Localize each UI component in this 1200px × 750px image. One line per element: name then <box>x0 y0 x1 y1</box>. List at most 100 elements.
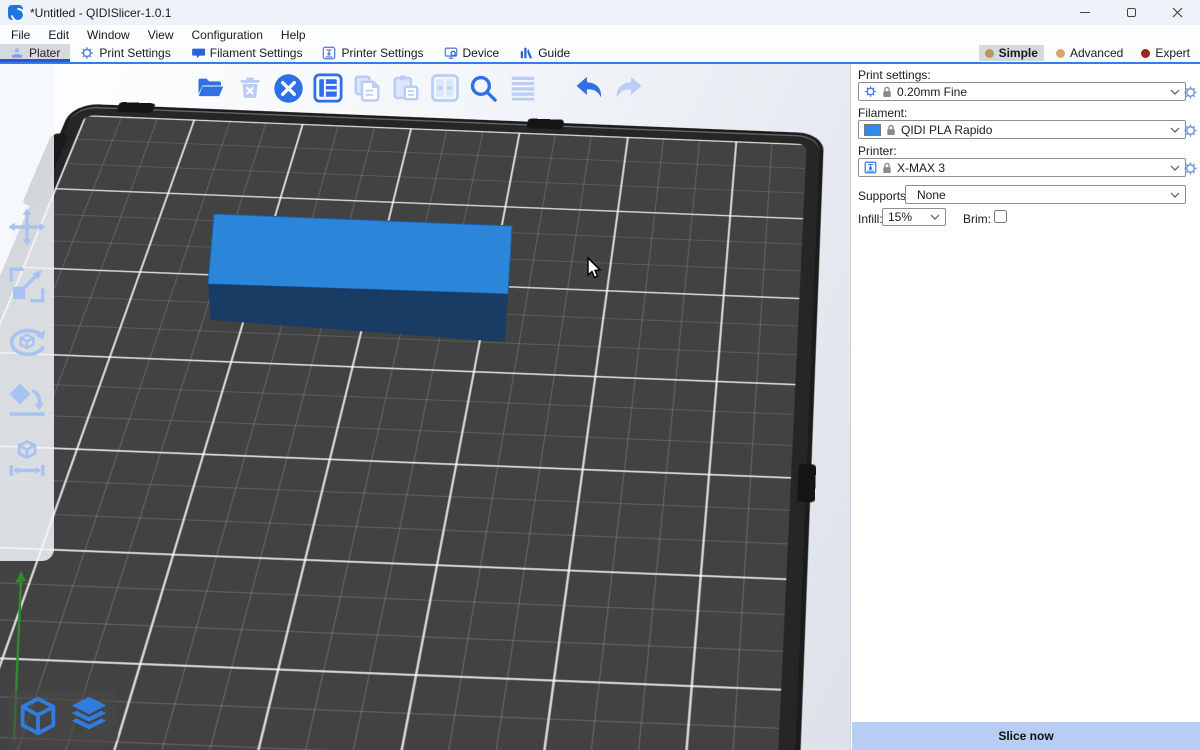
close-icon <box>1172 7 1183 18</box>
print-settings-gear-button[interactable] <box>1182 84 1198 100</box>
rotate-icon[interactable] <box>4 320 50 366</box>
chevron-down-icon <box>1170 165 1180 171</box>
chevron-down-icon <box>1170 89 1180 95</box>
simple-mode-dot-icon <box>985 49 994 58</box>
tab-printer-settings[interactable]: Printer Settings <box>312 44 433 62</box>
tab-device[interactable]: Device <box>434 44 510 62</box>
guide-icon <box>519 46 533 60</box>
3d-viewport[interactable] <box>0 64 851 750</box>
tab-label: Plater <box>29 46 60 60</box>
infill-dropdown[interactable]: 15% <box>882 208 946 226</box>
slice-now-button[interactable]: Slice now <box>852 722 1200 750</box>
undo-icon[interactable] <box>574 73 605 104</box>
tab-label: Printer Settings <box>341 46 423 60</box>
object-manipulation-toolbar <box>0 64 54 561</box>
filament-settings-icon <box>191 46 205 60</box>
redo-icon[interactable] <box>613 73 644 104</box>
supports-dropdown[interactable]: None <box>905 185 1186 204</box>
mode-label: Simple <box>999 46 1038 60</box>
filament-value: QIDI PLA Rapido <box>901 123 1165 137</box>
filament-label: Filament: <box>858 106 907 120</box>
tab-label: Device <box>463 46 500 60</box>
print-settings-icon <box>80 46 94 60</box>
infill-value: 15% <box>888 210 925 224</box>
printer-settings-icon <box>322 46 336 60</box>
preview-layers-icon[interactable] <box>66 693 112 744</box>
minimize-button[interactable] <box>1062 0 1108 25</box>
print-settings-label: Print settings: <box>858 68 931 82</box>
qidislicer-window: *Untitled - QIDISlicer-1.0.1 File Edit W… <box>0 0 1200 750</box>
menu-file[interactable]: File <box>2 28 39 42</box>
tab-label: Filament Settings <box>210 46 303 60</box>
move-icon[interactable] <box>4 204 50 250</box>
filament-dropdown[interactable]: QIDI PLA Rapido <box>858 120 1186 139</box>
window-title: *Untitled - QIDISlicer-1.0.1 <box>30 6 171 20</box>
printer-icon <box>864 161 877 174</box>
mode-expert[interactable]: Expert <box>1135 45 1196 61</box>
delete-all-icon[interactable] <box>273 73 304 104</box>
maximize-button[interactable] <box>1108 0 1154 25</box>
scale-icon[interactable] <box>4 262 50 308</box>
printer-gear-button[interactable] <box>1182 160 1198 176</box>
printer-dropdown[interactable]: X-MAX 3 <box>858 158 1186 177</box>
variable-layer-height-icon[interactable] <box>507 73 538 104</box>
device-icon <box>444 46 458 60</box>
menu-view[interactable]: View <box>139 28 183 42</box>
copy-icon[interactable] <box>351 73 382 104</box>
supports-label: Supports: <box>858 189 909 203</box>
filament-color-swatch <box>864 124 881 136</box>
settings-sidebar: Print settings: 0.20mm Fine Filament: QI… <box>852 64 1200 750</box>
arrange-icon[interactable] <box>312 73 343 104</box>
y-axis-arrow <box>15 571 26 583</box>
mode-selector: Simple Advanced Expert <box>979 44 1196 62</box>
tabbar: Plater Print Settings Filament Settings … <box>0 44 1200 64</box>
tab-label: Guide <box>538 46 570 60</box>
lock-icon <box>886 124 896 136</box>
chevron-down-icon <box>1170 127 1180 133</box>
supports-value: None <box>911 188 1165 202</box>
mode-advanced[interactable]: Advanced <box>1050 45 1129 61</box>
split-objects-icon[interactable] <box>429 73 460 104</box>
expert-mode-dot-icon <box>1141 49 1150 58</box>
menubar: File Edit Window View Configuration Help <box>0 25 1200 44</box>
printer-label: Printer: <box>858 144 897 158</box>
close-button[interactable] <box>1154 0 1200 25</box>
filament-gear-button[interactable] <box>1182 122 1198 138</box>
mode-label: Advanced <box>1070 46 1123 60</box>
print-settings-dropdown[interactable]: 0.20mm Fine <box>858 82 1186 101</box>
menu-window[interactable]: Window <box>78 28 139 42</box>
lock-icon <box>882 86 892 98</box>
model-box-top-face[interactable] <box>208 214 512 294</box>
delete-icon[interactable] <box>234 73 265 104</box>
menu-edit[interactable]: Edit <box>39 28 78 42</box>
menu-help[interactable]: Help <box>272 28 315 42</box>
infill-label: Infill: <box>858 212 883 226</box>
search-icon[interactable] <box>468 73 499 104</box>
view-mode-panel <box>8 690 118 746</box>
menu-configuration[interactable]: Configuration <box>183 28 272 42</box>
measure-icon[interactable] <box>4 436 50 482</box>
mode-simple[interactable]: Simple <box>979 45 1044 61</box>
paste-icon[interactable] <box>390 73 421 104</box>
model-box-front-face[interactable] <box>208 284 508 342</box>
advanced-mode-dot-icon <box>1056 49 1065 58</box>
chevron-down-icon <box>1170 192 1180 198</box>
scene-overlay <box>0 64 851 750</box>
brim-label: Brim: <box>963 212 991 226</box>
lock-icon <box>882 162 892 174</box>
brim-checkbox[interactable] <box>994 210 1007 223</box>
place-on-face-icon[interactable] <box>4 378 50 424</box>
printer-value: X-MAX 3 <box>897 161 1165 175</box>
maximize-icon <box>1127 8 1136 17</box>
open-icon[interactable] <box>195 73 226 104</box>
tab-guide[interactable]: Guide <box>509 44 580 62</box>
tab-label: Print Settings <box>99 46 170 60</box>
mouse-cursor <box>584 256 602 282</box>
tab-plater[interactable]: Plater <box>0 44 70 62</box>
plater-toolbar <box>195 70 644 106</box>
minimize-icon <box>1080 12 1090 13</box>
chevron-down-icon <box>930 214 940 220</box>
tab-filament-settings[interactable]: Filament Settings <box>181 44 313 62</box>
3d-editor-view-icon[interactable] <box>15 693 61 744</box>
tab-print-settings[interactable]: Print Settings <box>70 44 180 62</box>
